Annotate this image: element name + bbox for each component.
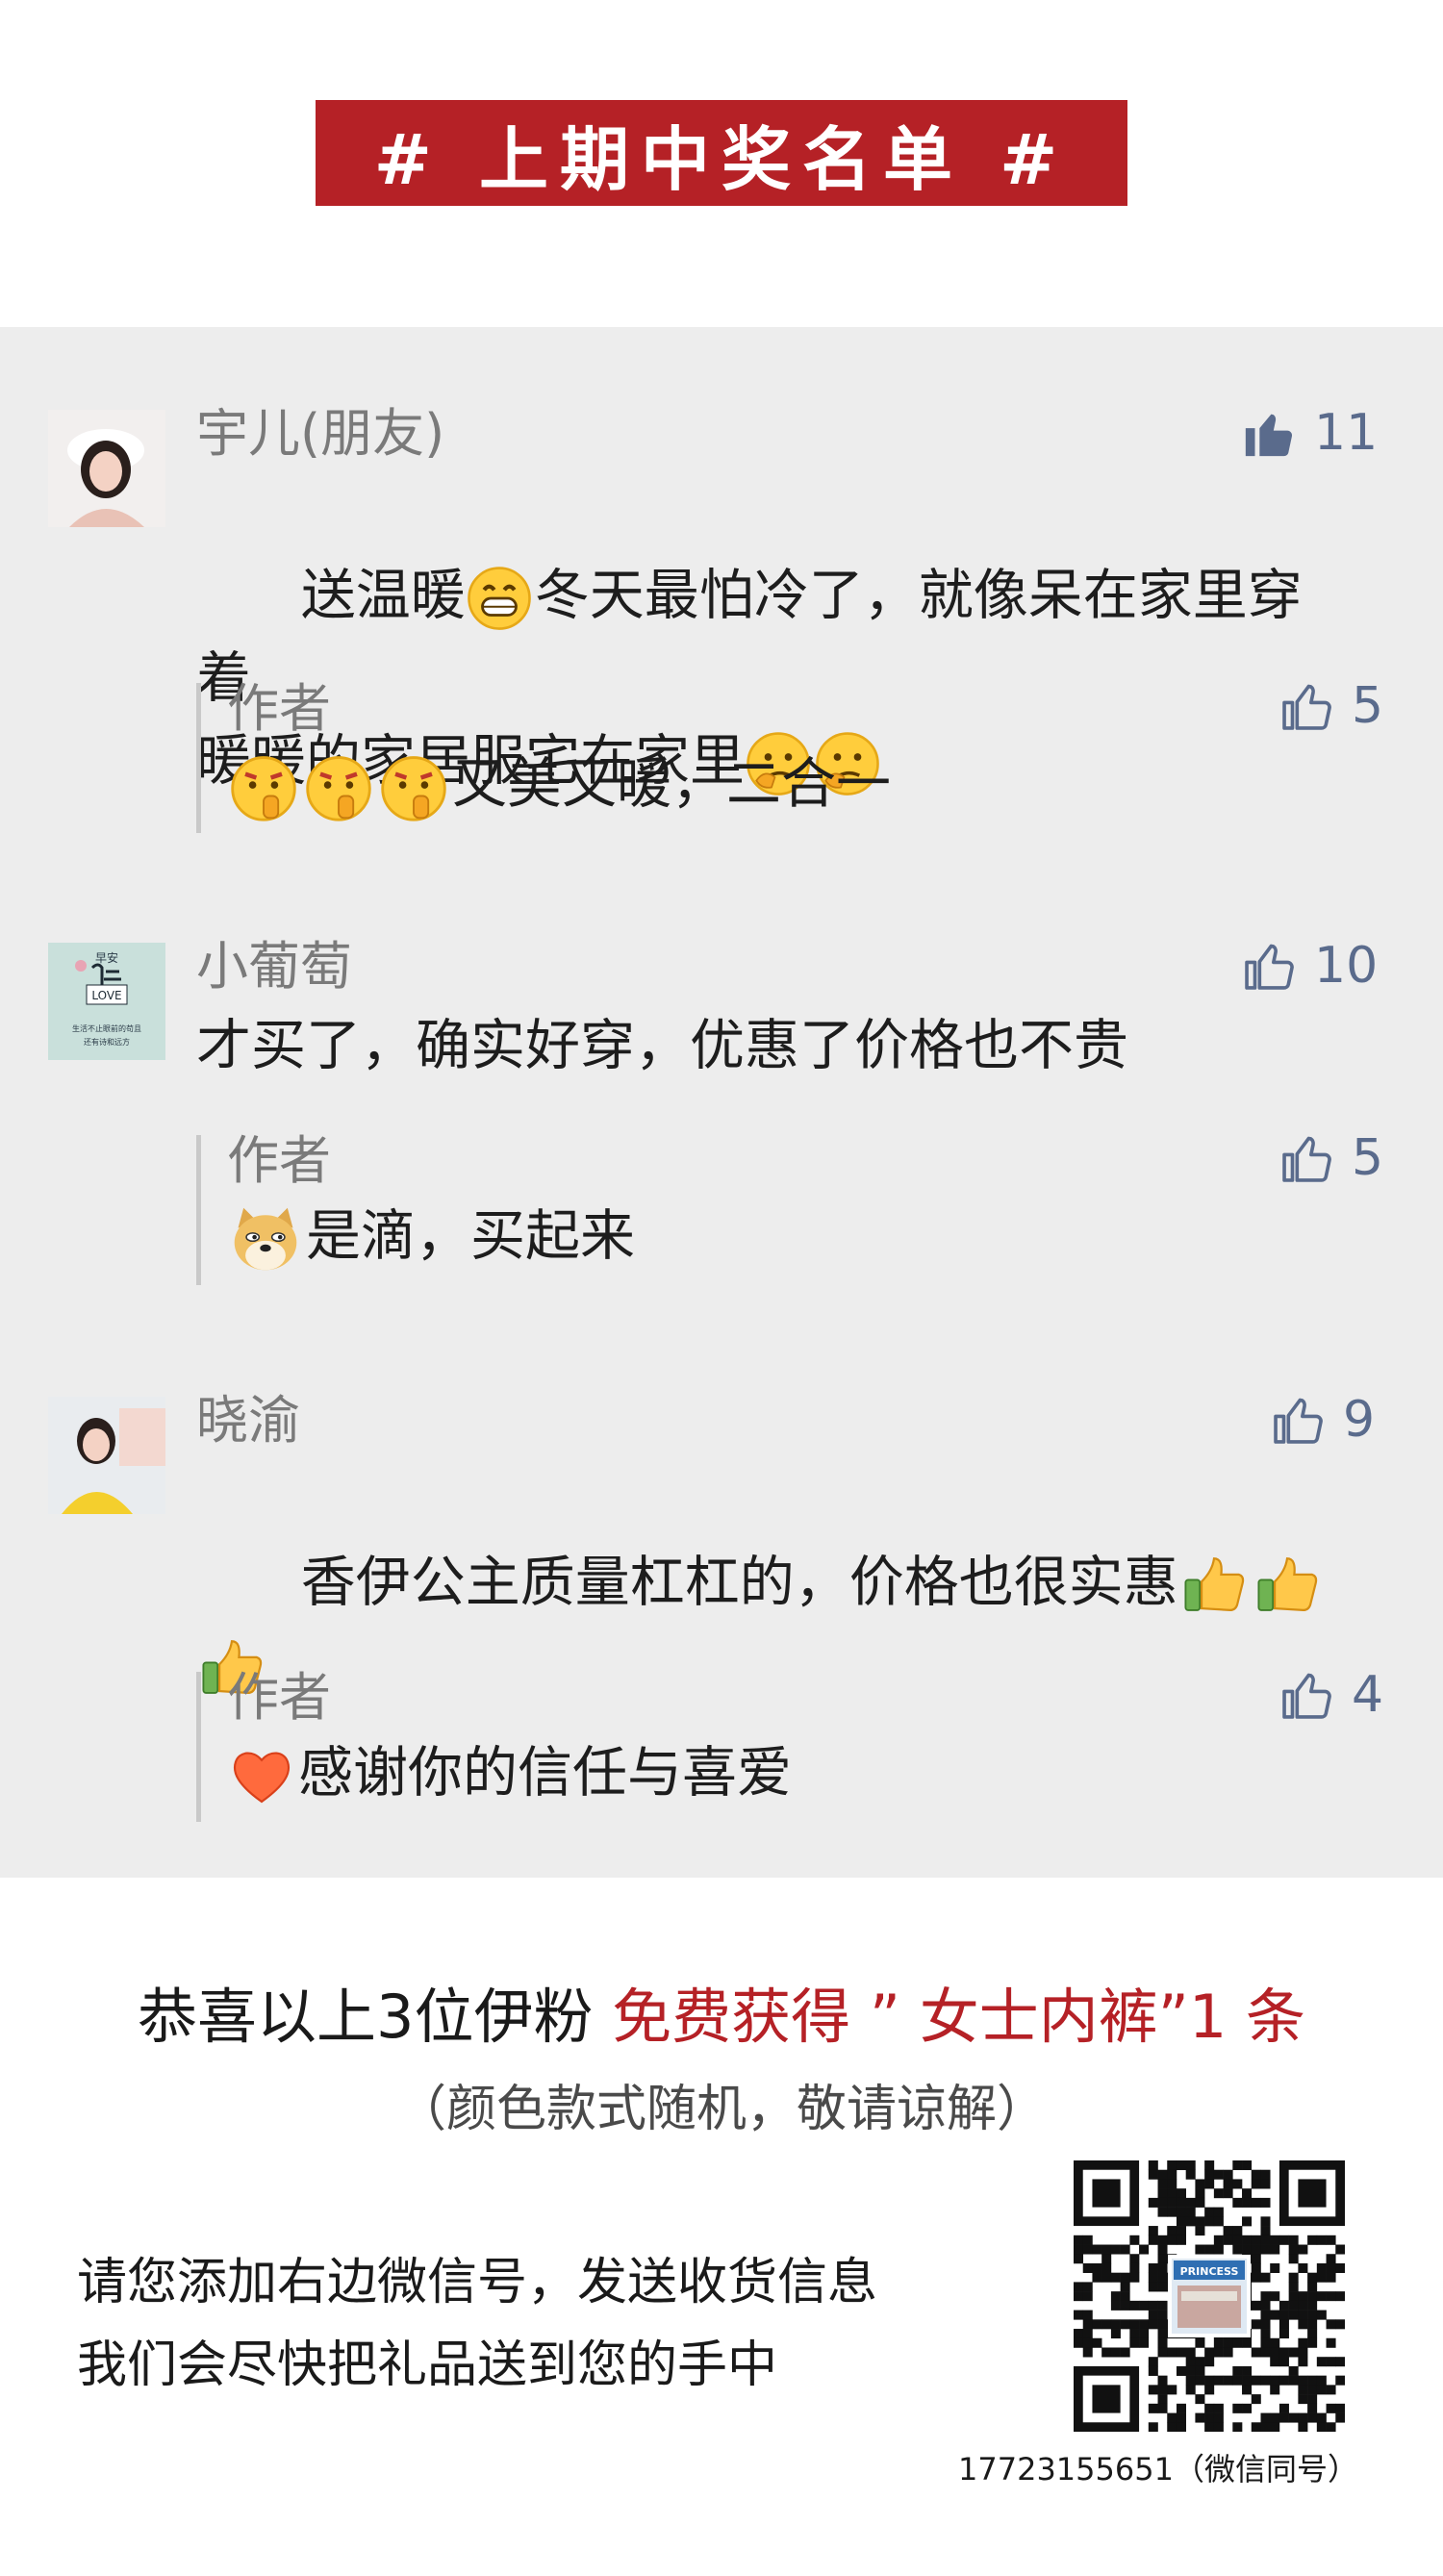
doge-emoji — [227, 1202, 304, 1275]
reply-text-part: 感谢你的信任与喜爱 — [298, 1741, 792, 1805]
comment-text: 才买了，确实好穿，优惠了价格也不贵 — [196, 1014, 1128, 1077]
like-button[interactable]: 9 — [1270, 1391, 1375, 1449]
like-button[interactable]: 5 — [1278, 677, 1383, 735]
like-button[interactable]: 5 — [1278, 1129, 1383, 1187]
like-button[interactable]: 4 — [1278, 1666, 1383, 1724]
commenter-name[interactable]: 小葡萄 — [196, 941, 352, 993]
shush-emoji — [302, 750, 375, 823]
reply-author-name: 作者 — [227, 1130, 331, 1191]
like-count: 9 — [1343, 1391, 1376, 1449]
congrats-line: 恭喜以上3位伊粉 免费获得 ” 女士内裤”1 条 — [0, 1968, 1443, 2055]
wechat-id: 17723155651（微信同号） — [958, 2451, 1358, 2488]
like-count: 5 — [1352, 677, 1384, 735]
grin-emoji — [466, 565, 533, 632]
prize-text: 免费获得 ” 女士内裤”1 条 — [612, 1982, 1305, 2052]
thumbs-up-emoji — [1178, 1550, 1250, 1621]
avatar[interactable] — [48, 1397, 165, 1514]
reply-text: 又美又暖，二合一 — [227, 743, 1362, 825]
instruction-line-2: 我们会尽快把礼品送到您的手中 — [77, 2336, 778, 2394]
thumbs-up-emoji — [1252, 1550, 1323, 1621]
reply-text-part: 是滴，买起来 — [306, 1204, 635, 1268]
thumbs-up-filled-icon — [1241, 405, 1297, 461]
instruction-line-1: 请您添加右边微信号，发送收货信息 — [77, 2254, 878, 2311]
reply-author-name: 作者 — [227, 1667, 331, 1728]
author-reply: 作者 4 感谢你的信任与喜爱 — [196, 1666, 1394, 1822]
reply-text-part: 又美又暖，二合一 — [452, 752, 891, 816]
reply-author-name: 作者 — [227, 678, 331, 739]
avatar[interactable]: 早安 LOVE 生活不止眼前的苟且 还有诗和远方 — [48, 943, 165, 1060]
thumbs-up-outline-icon — [1270, 1392, 1326, 1448]
like-count: 4 — [1352, 1666, 1384, 1724]
like-button[interactable]: 10 — [1241, 937, 1378, 995]
avatar-text: 早安 — [95, 950, 118, 965]
commenter-name[interactable]: 宇儿(朋友) — [196, 408, 444, 460]
commenter-name[interactable]: 晓渝 — [196, 1395, 300, 1447]
avatar-text: 还有诗和远方 — [84, 1037, 130, 1047]
avatar-text: 生活不止眼前的苟且 — [72, 1023, 141, 1033]
qr-logo-text: PRINCESS — [1180, 2265, 1239, 2278]
comments-section: 宇儿(朋友) 11 送温暖 冬天最怕冷了，就像呆在家里穿着 暖暖的家居服宅在家里 作… — [0, 327, 1443, 1878]
like-count: 11 — [1314, 404, 1379, 462]
reply-text: 感谢你的信任与喜爱 — [227, 1731, 1362, 1814]
author-reply: 作者 5 又美又暖，二合一 — [196, 677, 1394, 833]
thumbs-up-outline-icon — [1278, 1667, 1334, 1723]
heart-emoji — [227, 1741, 296, 1810]
thumbs-up-outline-icon — [1278, 1130, 1334, 1186]
congrats-text: 恭喜以上3位伊粉 — [138, 1982, 613, 2052]
avatar[interactable] — [48, 410, 165, 527]
page-title: # 上期中奖名单 # — [373, 118, 1070, 200]
avatar-text: LOVE — [91, 989, 121, 1002]
author-reply: 作者 5 是滴，买起来 — [196, 1129, 1394, 1285]
like-button[interactable]: 11 — [1241, 404, 1378, 462]
thumbs-up-outline-icon — [1241, 938, 1297, 994]
wechat-qr-code[interactable]: PRINCESS — [1074, 2160, 1346, 2433]
page-title-banner: # 上期中奖名单 # — [316, 100, 1127, 206]
reply-text: 是滴，买起来 — [227, 1195, 1362, 1277]
prize-note: （颜色款式随机，敬请谅解） — [395, 2081, 1047, 2138]
like-count: 5 — [1352, 1129, 1384, 1187]
comment-text-part: 送温暖 — [300, 564, 466, 627]
like-count: 10 — [1314, 937, 1379, 995]
thumbs-up-outline-icon — [1278, 678, 1334, 734]
shush-emoji — [227, 750, 300, 823]
shush-emoji — [377, 750, 450, 823]
comment-text-part: 香伊公主质量杠杠的，价格也很实惠 — [300, 1551, 1178, 1614]
